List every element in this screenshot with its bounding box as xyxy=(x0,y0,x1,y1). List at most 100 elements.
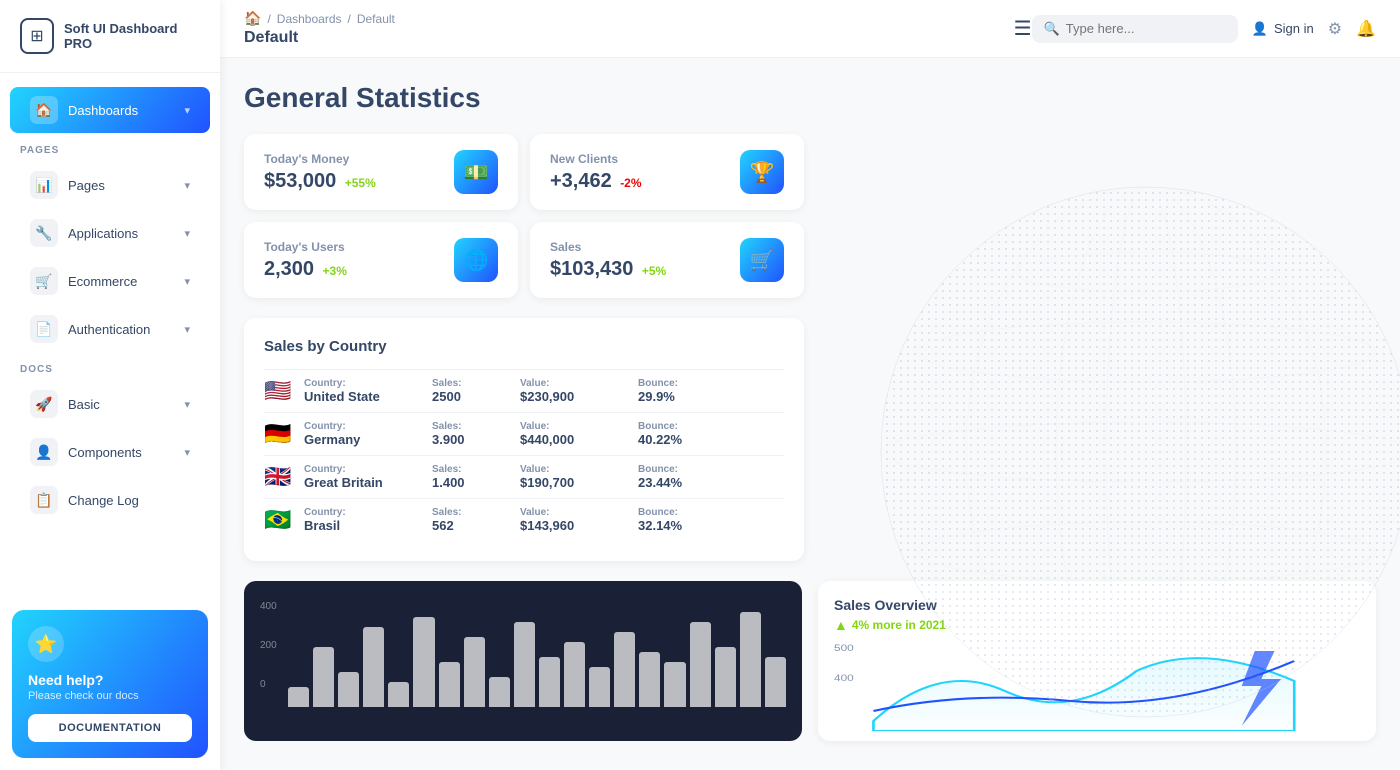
sign-in-button[interactable]: 👤 Sign in xyxy=(1252,21,1314,37)
applications-icon: 🔧 xyxy=(30,219,58,247)
de-flag: 🇩🇪 xyxy=(264,421,294,447)
sidebar-item-ecommerce[interactable]: 🛒 Ecommerce ▾ xyxy=(10,258,210,304)
chart-bar xyxy=(690,622,711,707)
chevron-icon: ▾ xyxy=(184,398,190,411)
help-box: ⭐ Need help? Please check our docs DOCUM… xyxy=(12,610,208,758)
de-value: $440,000 xyxy=(520,432,630,447)
basic-label: Basic xyxy=(68,397,100,412)
y-label-0: 0 xyxy=(260,679,277,690)
sidebar-item-changelog[interactable]: 📋 Change Log xyxy=(10,477,210,523)
sidebar-item-applications[interactable]: 🔧 Applications ▾ xyxy=(10,210,210,256)
overview-title: Sales Overview xyxy=(834,597,1360,613)
chart-bar xyxy=(313,647,334,707)
search-input[interactable] xyxy=(1066,21,1226,36)
search-icon: 🔍 xyxy=(1044,21,1060,37)
sidebar-item-components[interactable]: 👤 Components ▾ xyxy=(10,429,210,475)
chart-bar xyxy=(664,662,685,707)
chevron-icon: ▾ xyxy=(184,227,190,240)
sidebar-item-basic[interactable]: 🚀 Basic ▾ xyxy=(10,381,210,427)
pages-section-label: PAGES xyxy=(0,135,220,160)
country-row-de: 🇩🇪 Country: Germany Sales: 3.900 Value: xyxy=(264,412,784,455)
chart-bar xyxy=(740,612,761,707)
sidebar-logo: ⊞ Soft UI Dashboard PRO xyxy=(0,0,220,73)
page-title: General Statistics xyxy=(244,82,1376,114)
pages-label: Pages xyxy=(68,178,105,193)
breadcrumb: 🏠 / Dashboards / Default xyxy=(244,10,990,27)
chart-bar xyxy=(363,627,384,707)
content-area: // This won't execute in SVG context, do… xyxy=(220,58,1400,770)
stat-clients-label: New Clients xyxy=(550,152,642,166)
chevron-icon: ▾ xyxy=(184,179,190,192)
stat-card-sales: Sales $103,430 +5% 🛒 xyxy=(530,222,804,298)
svg-text:500: 500 xyxy=(834,643,854,653)
us-sales: 2500 xyxy=(432,389,512,404)
stat-users-info: Today's Users 2,300 +3% xyxy=(264,240,347,281)
current-page-title: Default xyxy=(244,29,990,47)
chart-bar xyxy=(464,637,485,707)
stat-card-users: Today's Users 2,300 +3% 🌐 xyxy=(244,222,518,298)
stats-grid: Today's Money $53,000 +55% 💵 New Clients… xyxy=(244,134,804,298)
search-box[interactable]: 🔍 xyxy=(1032,15,1238,43)
pages-icon: 📊 xyxy=(30,171,58,199)
content-inner: // This won't execute in SVG context, do… xyxy=(244,82,1376,741)
stat-users-change: +3% xyxy=(323,264,347,278)
docs-section-label: DOCS xyxy=(0,354,220,379)
br-bounce: 32.14% xyxy=(638,518,738,533)
y-label-200: 200 xyxy=(260,640,277,651)
country-row-us: 🇺🇸 Country: United State Sales: 2500 Val… xyxy=(264,369,784,412)
country-row-gb: 🇬🇧 Country: Great Britain Sales: 1.400 V… xyxy=(264,455,784,498)
bottom-charts: 400 200 0 Sales Overview ▲ 4% more in 20… xyxy=(244,581,1376,741)
chevron-icon: ▾ xyxy=(184,323,190,336)
sidebar-item-pages[interactable]: 📊 Pages ▾ xyxy=(10,162,210,208)
user-icon: 👤 xyxy=(1252,21,1268,37)
applications-label: Applications xyxy=(68,226,138,241)
help-star-icon: ⭐ xyxy=(28,626,64,662)
chevron-icon: ▾ xyxy=(184,275,190,288)
us-country: United State xyxy=(304,389,424,404)
value-label: Value: xyxy=(520,378,630,389)
svg-text:400: 400 xyxy=(834,673,854,683)
gear-icon[interactable]: ⚙ xyxy=(1328,19,1342,39)
stat-sales-icon: 🛒 xyxy=(740,238,784,282)
chevron-icon: ▾ xyxy=(184,446,190,459)
ecommerce-label: Ecommerce xyxy=(68,274,137,289)
overview-subtitle: 4% more in 2021 xyxy=(852,618,946,632)
gb-flag: 🇬🇧 xyxy=(264,464,294,490)
sidebar-nav: 🏠 Dashboards ▾ PAGES 📊 Pages ▾ 🔧 Applica… xyxy=(0,73,220,598)
de-bounce: 40.22% xyxy=(638,432,738,447)
changelog-label: Change Log xyxy=(68,493,139,508)
stat-money-label: Today's Money xyxy=(264,152,376,166)
country-row-br: 🇧🇷 Country: Brasil Sales: 562 Value: $ xyxy=(264,498,784,541)
documentation-button[interactable]: DOCUMENTATION xyxy=(28,714,192,742)
ecommerce-icon: 🛒 xyxy=(30,267,58,295)
br-flag: 🇧🇷 xyxy=(264,507,294,533)
brand-name: Soft UI Dashboard PRO xyxy=(64,21,200,51)
stat-sales-label: Sales xyxy=(550,240,666,254)
sidebar: ⊞ Soft UI Dashboard PRO 🏠 Dashboards ▾ P… xyxy=(0,0,220,770)
chart-bar xyxy=(388,682,409,707)
chart-bar xyxy=(338,672,359,707)
authentication-label: Authentication xyxy=(68,322,150,337)
breadcrumb-default: Default xyxy=(357,12,395,26)
bar-chart-card: 400 200 0 xyxy=(244,581,802,741)
br-country: Brasil xyxy=(304,518,424,533)
home-icon: 🏠 xyxy=(244,10,261,27)
sidebar-item-dashboards[interactable]: 🏠 Dashboards ▾ xyxy=(10,87,210,133)
stat-clients-icon: 🏆 xyxy=(740,150,784,194)
stat-clients-change: -2% xyxy=(620,176,641,190)
chart-bar xyxy=(564,642,585,707)
basic-icon: 🚀 xyxy=(30,390,58,418)
main-area: 🏠 / Dashboards / Default Default ☰ 🔍 👤 S… xyxy=(220,0,1400,770)
bell-icon[interactable]: 🔔 xyxy=(1356,19,1376,39)
trend-up-icon: ▲ xyxy=(834,617,848,633)
menu-icon[interactable]: ☰ xyxy=(1014,16,1032,41)
logo-icon: ⊞ xyxy=(20,18,54,54)
gb-country: Great Britain xyxy=(304,475,424,490)
bounce-label: Bounce: xyxy=(638,378,738,389)
help-subtitle: Please check our docs xyxy=(28,690,192,702)
sidebar-item-authentication[interactable]: 📄 Authentication ▾ xyxy=(10,306,210,352)
stat-money-info: Today's Money $53,000 +55% xyxy=(264,152,376,193)
breadcrumb-area: 🏠 / Dashboards / Default Default xyxy=(244,10,990,47)
sales-country-title: Sales by Country xyxy=(264,338,784,355)
de-country: Germany xyxy=(304,432,424,447)
